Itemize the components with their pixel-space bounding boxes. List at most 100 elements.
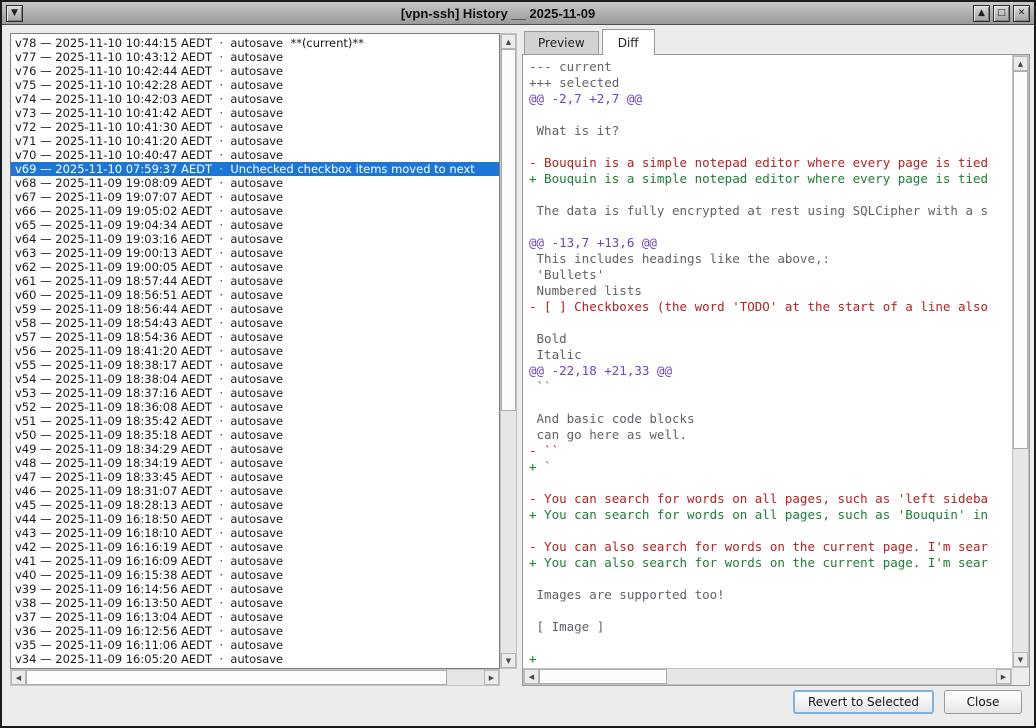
list-item[interactable]: v64 — 2025-11-09 19:03:16 AEDT · autosav… [11, 232, 499, 246]
history-scroll-left-button[interactable]: ◀ [11, 670, 26, 685]
scroll-right-icon: ▶ [489, 674, 494, 682]
diff-line [529, 107, 1012, 123]
list-item[interactable]: v60 — 2025-11-09 18:56:51 AEDT · autosav… [11, 288, 499, 302]
list-item[interactable]: v54 — 2025-11-09 18:38:04 AEDT · autosav… [11, 372, 499, 386]
list-item[interactable]: v36 — 2025-11-09 16:12:56 AEDT · autosav… [11, 624, 499, 638]
diff-vscroll-track[interactable] [1013, 71, 1028, 652]
list-item[interactable]: v53 — 2025-11-09 18:37:16 AEDT · autosav… [11, 386, 499, 400]
list-item[interactable]: v71 — 2025-11-10 10:41:20 AEDT · autosav… [11, 134, 499, 148]
list-item[interactable]: v42 — 2025-11-09 16:16:19 AEDT · autosav… [11, 540, 499, 554]
list-item[interactable]: v34 — 2025-11-09 16:05:20 AEDT · autosav… [11, 652, 499, 666]
list-item[interactable]: v35 — 2025-11-09 16:11:06 AEDT · autosav… [11, 638, 499, 652]
list-item[interactable]: v55 — 2025-11-09 18:38:17 AEDT · autosav… [11, 358, 499, 372]
diff-scroll-left-button[interactable]: ◀ [524, 669, 539, 684]
list-item[interactable]: v56 — 2025-11-09 18:41:20 AEDT · autosav… [11, 344, 499, 358]
diff-line: And basic code blocks [529, 411, 1012, 427]
list-item[interactable]: v62 — 2025-11-09 19:00:05 AEDT · autosav… [11, 260, 499, 274]
diff-line: @@ -2,7 +2,7 @@ [529, 91, 1012, 107]
list-item[interactable]: v74 — 2025-11-10 10:42:03 AEDT · autosav… [11, 92, 499, 106]
list-item[interactable]: v43 — 2025-11-09 16:18:10 AEDT · autosav… [11, 526, 499, 540]
diff-line: Images are supported too! [529, 587, 1012, 603]
diff-view[interactable]: --- current+++ selected@@ -2,7 +2,7 @@ W… [523, 55, 1012, 668]
history-hscroll-track[interactable] [26, 670, 484, 685]
list-item[interactable]: v72 — 2025-11-10 10:41:30 AEDT · autosav… [11, 120, 499, 134]
diff-line: --- current [529, 59, 1012, 75]
diff-line: 'Bullets' [529, 267, 1012, 283]
list-item[interactable]: v78 — 2025-11-10 10:44:15 AEDT · autosav… [11, 36, 499, 50]
diff-line: - You can also search for words on the c… [529, 539, 1012, 555]
list-item[interactable]: v50 — 2025-11-09 18:35:18 AEDT · autosav… [11, 428, 499, 442]
diff-vscrollbar[interactable]: ▲ ▼ [1012, 55, 1029, 668]
list-item[interactable]: v61 — 2025-11-09 18:57:44 AEDT · autosav… [11, 274, 499, 288]
list-item[interactable]: v66 — 2025-11-09 19:05:02 AEDT · autosav… [11, 204, 499, 218]
history-scroll-up-button[interactable]: ▲ [501, 34, 516, 49]
close-window-button[interactable]: ✕ [1013, 5, 1030, 22]
diff-line: - `` [529, 443, 1012, 459]
list-item[interactable]: v70 — 2025-11-10 10:40:47 AEDT · autosav… [11, 148, 499, 162]
diff-line: - [ ] Checkboxes (the word 'TODO' at the… [529, 299, 1012, 315]
list-item[interactable]: v59 — 2025-11-09 18:56:44 AEDT · autosav… [11, 302, 499, 316]
list-item[interactable]: v77 — 2025-11-10 10:43:12 AEDT · autosav… [11, 50, 499, 64]
list-item[interactable]: v49 — 2025-11-09 18:34:29 AEDT · autosav… [11, 442, 499, 456]
list-item[interactable]: v67 — 2025-11-09 19:07:07 AEDT · autosav… [11, 190, 499, 204]
list-item[interactable]: v40 — 2025-11-09 16:15:38 AEDT · autosav… [11, 568, 499, 582]
list-item[interactable]: v68 — 2025-11-09 19:08:09 AEDT · autosav… [11, 176, 499, 190]
list-item[interactable]: v76 — 2025-11-10 10:42:44 AEDT · autosav… [11, 64, 499, 78]
revert-to-selected-button[interactable]: Revert to Selected [793, 690, 934, 714]
list-item[interactable]: v46 — 2025-11-09 18:31:07 AEDT · autosav… [11, 484, 499, 498]
window-menu-button[interactable]: ▼ [6, 5, 23, 22]
diff-line: What is it? [529, 123, 1012, 139]
diff-line: Bold [529, 331, 1012, 347]
diff-line: [ Image ] [529, 619, 1012, 635]
list-item[interactable]: v58 — 2025-11-09 18:54:43 AEDT · autosav… [11, 316, 499, 330]
revert-button-label: Revert to Selected [808, 695, 919, 709]
list-item[interactable]: v39 — 2025-11-09 16:14:56 AEDT · autosav… [11, 582, 499, 596]
close-button[interactable]: Close [944, 690, 1022, 714]
tab-diff-label: Diff [618, 36, 639, 50]
diff-line [529, 523, 1012, 539]
list-item[interactable]: v57 — 2025-11-09 18:54:36 AEDT · autosav… [11, 330, 499, 344]
list-item[interactable]: v51 — 2025-11-09 18:35:42 AEDT · autosav… [11, 414, 499, 428]
list-item[interactable]: v73 — 2025-11-10 10:41:42 AEDT · autosav… [11, 106, 499, 120]
history-vscrollbar[interactable]: ▲ ▼ [500, 33, 517, 669]
window-title: [vpn-ssh] History __ 2025-11-09 [23, 6, 973, 21]
list-item[interactable]: v44 — 2025-11-09 16:18:50 AEDT · autosav… [11, 512, 499, 526]
history-vscroll-thumb[interactable] [501, 49, 516, 411]
list-item[interactable]: v75 — 2025-11-10 10:42:28 AEDT · autosav… [11, 78, 499, 92]
app-window: ▼ [vpn-ssh] History __ 2025-11-09 ▲ □ ✕ … [0, 0, 1036, 728]
diff-vscroll-thumb[interactable] [1013, 71, 1028, 449]
list-item[interactable]: v63 — 2025-11-09 19:00:13 AEDT · autosav… [11, 246, 499, 260]
diff-line: - You can search for words on all pages,… [529, 491, 1012, 507]
diff-line [529, 395, 1012, 411]
history-vscroll-track[interactable] [501, 49, 516, 653]
close-icon: ✕ [1018, 9, 1026, 18]
list-item[interactable]: v52 — 2025-11-09 18:36:08 AEDT · autosav… [11, 400, 499, 414]
shade-button[interactable]: ▲ [973, 5, 990, 22]
diff-hscroll-track[interactable] [539, 669, 996, 684]
list-item[interactable]: v45 — 2025-11-09 18:28:13 AEDT · autosav… [11, 498, 499, 512]
list-item[interactable]: v69 — 2025-11-10 07:59:37 AEDT · Uncheck… [11, 162, 499, 176]
list-item[interactable]: v38 — 2025-11-09 16:13:50 AEDT · autosav… [11, 596, 499, 610]
diff-scroll-right-button[interactable]: ▶ [996, 669, 1011, 684]
diff-hscroll-thumb[interactable] [539, 669, 667, 684]
history-list[interactable]: v78 — 2025-11-10 10:44:15 AEDT · autosav… [10, 33, 500, 669]
maximize-button[interactable]: □ [993, 5, 1010, 22]
scroll-left-icon: ◀ [16, 674, 21, 682]
list-item[interactable]: v47 — 2025-11-09 18:33:45 AEDT · autosav… [11, 470, 499, 484]
diff-scroll-up-button[interactable]: ▲ [1013, 56, 1028, 71]
scrollbar-corner [500, 669, 517, 686]
list-item[interactable]: v48 — 2025-11-09 18:34:19 AEDT · autosav… [11, 456, 499, 470]
tab-preview[interactable]: Preview [524, 31, 599, 54]
history-hscrollbar[interactable]: ◀ ▶ [10, 669, 500, 686]
history-scroll-right-button[interactable]: ▶ [484, 670, 499, 685]
scroll-right-icon: ▶ [1001, 673, 1006, 681]
list-item[interactable]: v65 — 2025-11-09 19:04:34 AEDT · autosav… [11, 218, 499, 232]
diff-hscrollbar[interactable]: ◀ ▶ [523, 668, 1012, 685]
diff-scroll-down-button[interactable]: ▼ [1013, 652, 1028, 667]
history-hscroll-thumb[interactable] [26, 670, 447, 685]
history-scroll-down-button[interactable]: ▼ [501, 653, 516, 668]
list-item[interactable]: v37 — 2025-11-09 16:13:04 AEDT · autosav… [11, 610, 499, 624]
list-item[interactable]: v41 — 2025-11-09 16:16:09 AEDT · autosav… [11, 554, 499, 568]
tab-diff[interactable]: Diff [602, 29, 655, 55]
diff-line: @@ -22,18 +21,33 @@ [529, 363, 1012, 379]
